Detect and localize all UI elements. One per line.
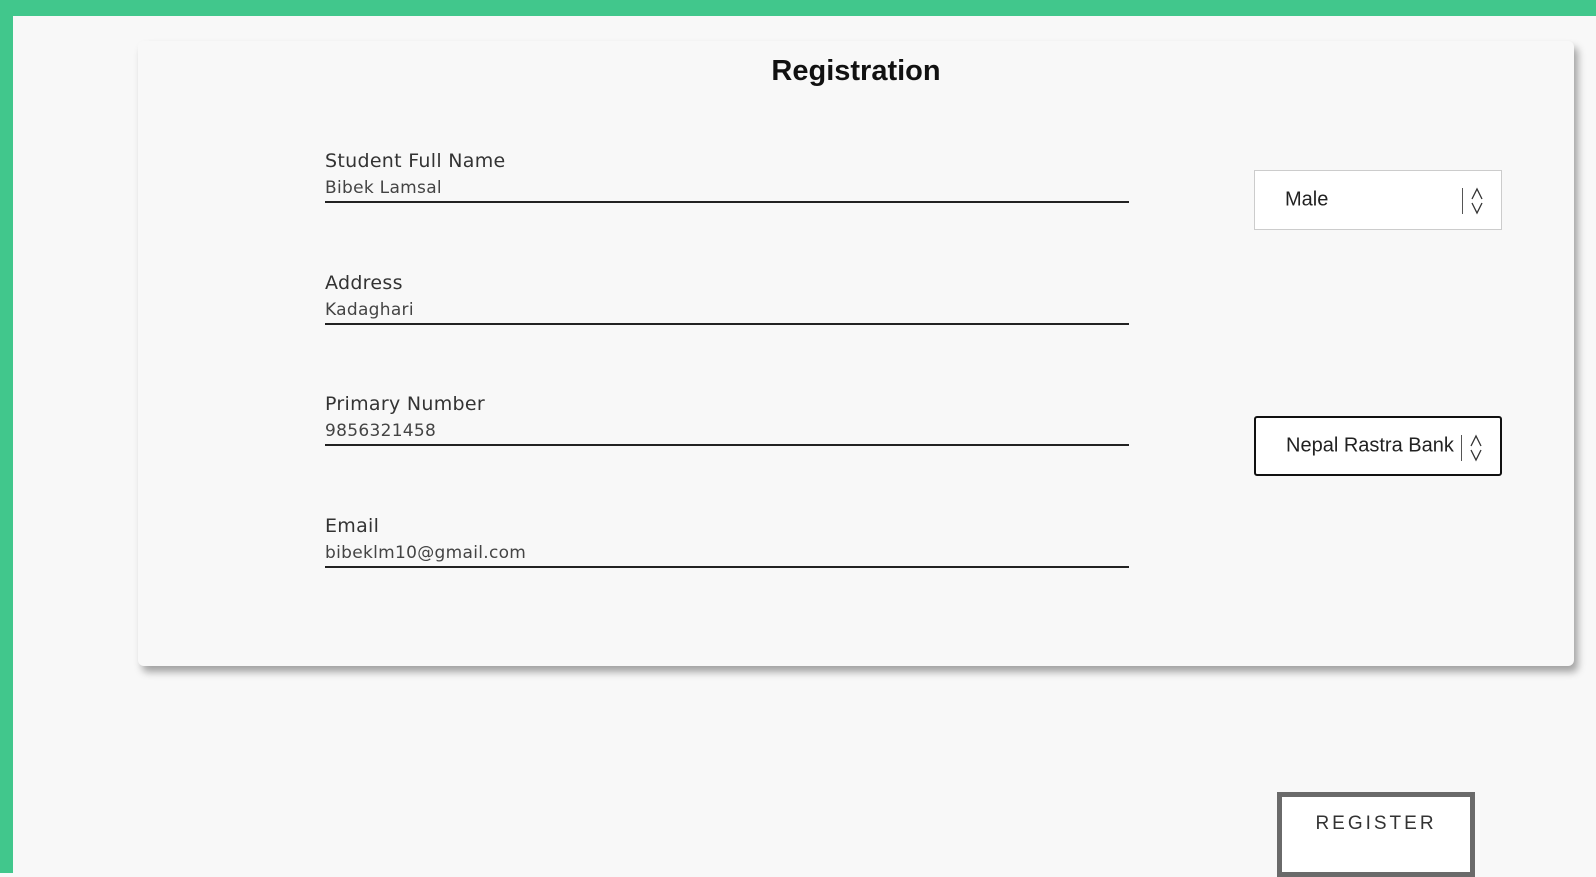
page-title: Registration (771, 55, 941, 87)
full-name-input[interactable] (325, 175, 1129, 201)
primary-number-input[interactable] (325, 418, 1129, 444)
page-frame: Registration Student Full Name Address P… (0, 0, 1596, 877)
address-input[interactable] (325, 297, 1129, 323)
top-accent-bar (0, 0, 1596, 16)
gender-select[interactable]: Male (1254, 170, 1502, 230)
bank-select-value: Nepal Rastra Bank (1286, 434, 1454, 457)
register-button-label: REGISTER (1315, 813, 1437, 834)
email-input[interactable] (325, 540, 1129, 566)
registration-card: Registration Student Full Name Address P… (138, 41, 1574, 666)
email-label: Email (325, 515, 380, 537)
up-down-chevron-icon (1470, 434, 1482, 462)
full-name-field: Student Full Name (325, 149, 1129, 203)
primary-number-field: Primary Number (325, 392, 1129, 446)
register-button[interactable]: REGISTER (1277, 792, 1475, 877)
address-label: Address (325, 272, 403, 294)
email-field: Email (325, 514, 1129, 568)
select-divider (1461, 435, 1462, 461)
gender-select-value: Male (1285, 188, 1329, 211)
address-field: Address (325, 271, 1129, 325)
full-name-label: Student Full Name (325, 150, 506, 172)
primary-number-label: Primary Number (325, 393, 485, 415)
up-down-chevron-icon (1471, 187, 1483, 215)
select-divider (1462, 188, 1463, 214)
bank-select[interactable]: Nepal Rastra Bank (1254, 416, 1502, 476)
left-accent-bar (0, 0, 13, 873)
